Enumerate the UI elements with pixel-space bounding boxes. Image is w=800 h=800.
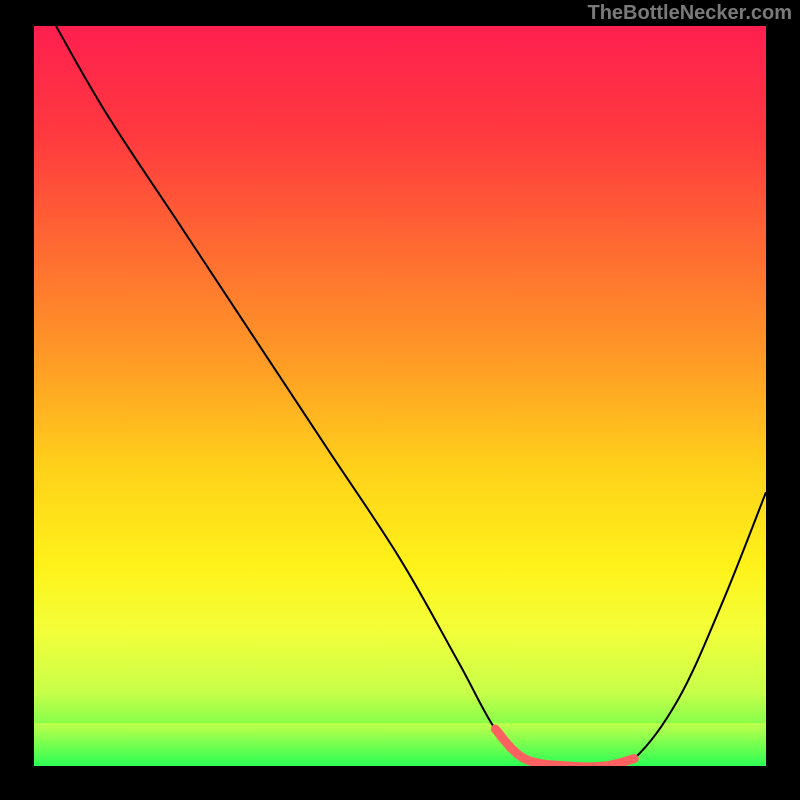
chart-frame (34, 26, 766, 766)
gradient-background (34, 26, 766, 766)
watermark-text: TheBottleNecker.com (587, 2, 792, 25)
bottleneck-chart (34, 26, 766, 766)
green-band (34, 723, 766, 766)
